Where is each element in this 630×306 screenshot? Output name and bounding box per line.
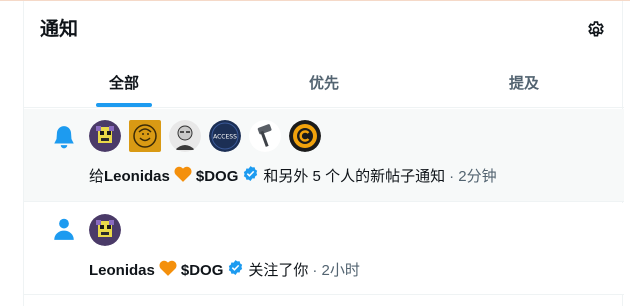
notification-message: 和另外 5 个人的新帖子通知 bbox=[263, 167, 446, 185]
gold-lion-avatar[interactable] bbox=[129, 120, 161, 152]
person-icon bbox=[51, 216, 77, 242]
notification-prefix: 给 bbox=[89, 167, 105, 185]
user-name[interactable]: Leonidas bbox=[104, 167, 170, 187]
gear-icon[interactable] bbox=[586, 20, 606, 40]
gold-coin-avatar[interactable] bbox=[289, 120, 321, 152]
tab-mentions[interactable]: 提及 bbox=[424, 57, 624, 107]
page-header: 通知 bbox=[24, 1, 624, 57]
notification-item[interactable]: Leonidas $DOG 关注了你 · 2小时 bbox=[24, 203, 624, 295]
avatar-row bbox=[89, 214, 129, 246]
access-avatar[interactable]: ACCESS bbox=[209, 120, 241, 152]
notifications-column: 通知 全部 优先 提及 ACCESS 给 Leonidas $DOG 和另外 5… bbox=[23, 1, 624, 306]
tab-mentions-label: 提及 bbox=[508, 74, 539, 92]
verified-badge-icon bbox=[242, 165, 259, 188]
avatar-row: ACCESS bbox=[89, 120, 329, 152]
notification-message: 关注了你 bbox=[248, 261, 309, 279]
tab-priority-label: 优先 bbox=[308, 74, 339, 92]
notification-time: · 2小时 bbox=[312, 261, 360, 279]
tab-bar: 全部 优先 提及 bbox=[24, 57, 624, 108]
user-name[interactable]: Leonidas bbox=[89, 261, 155, 281]
bell-icon bbox=[51, 124, 77, 150]
notification-text: Leonidas $DOG 关注了你 · 2小时 bbox=[89, 259, 360, 282]
orange-heart-icon bbox=[159, 260, 177, 282]
active-tab-indicator bbox=[96, 103, 152, 107]
user-ticker[interactable]: $DOG bbox=[196, 167, 239, 187]
pixel-dog-avatar[interactable] bbox=[89, 120, 121, 152]
tab-priority[interactable]: 优先 bbox=[224, 57, 424, 107]
page-title: 通知 bbox=[40, 19, 79, 40]
verified-badge-icon bbox=[227, 259, 244, 282]
tab-all-label: 全部 bbox=[108, 74, 139, 92]
sketch-man-avatar[interactable] bbox=[169, 120, 201, 152]
user-ticker[interactable]: $DOG bbox=[181, 261, 224, 281]
access-avatar-text: ACCESS bbox=[213, 134, 237, 141]
tab-all[interactable]: 全部 bbox=[24, 57, 224, 107]
notification-item[interactable]: ACCESS 给 Leonidas $DOG 和另外 5 个人的新帖子通知 · … bbox=[24, 109, 624, 202]
pixel-dog-avatar[interactable] bbox=[89, 214, 121, 246]
notification-text: 给 Leonidas $DOG 和另外 5 个人的新帖子通知 · 2分钟 bbox=[89, 165, 497, 188]
gavel-avatar[interactable] bbox=[249, 120, 281, 152]
notification-time: · 2分钟 bbox=[449, 167, 497, 185]
orange-heart-icon bbox=[174, 166, 192, 188]
